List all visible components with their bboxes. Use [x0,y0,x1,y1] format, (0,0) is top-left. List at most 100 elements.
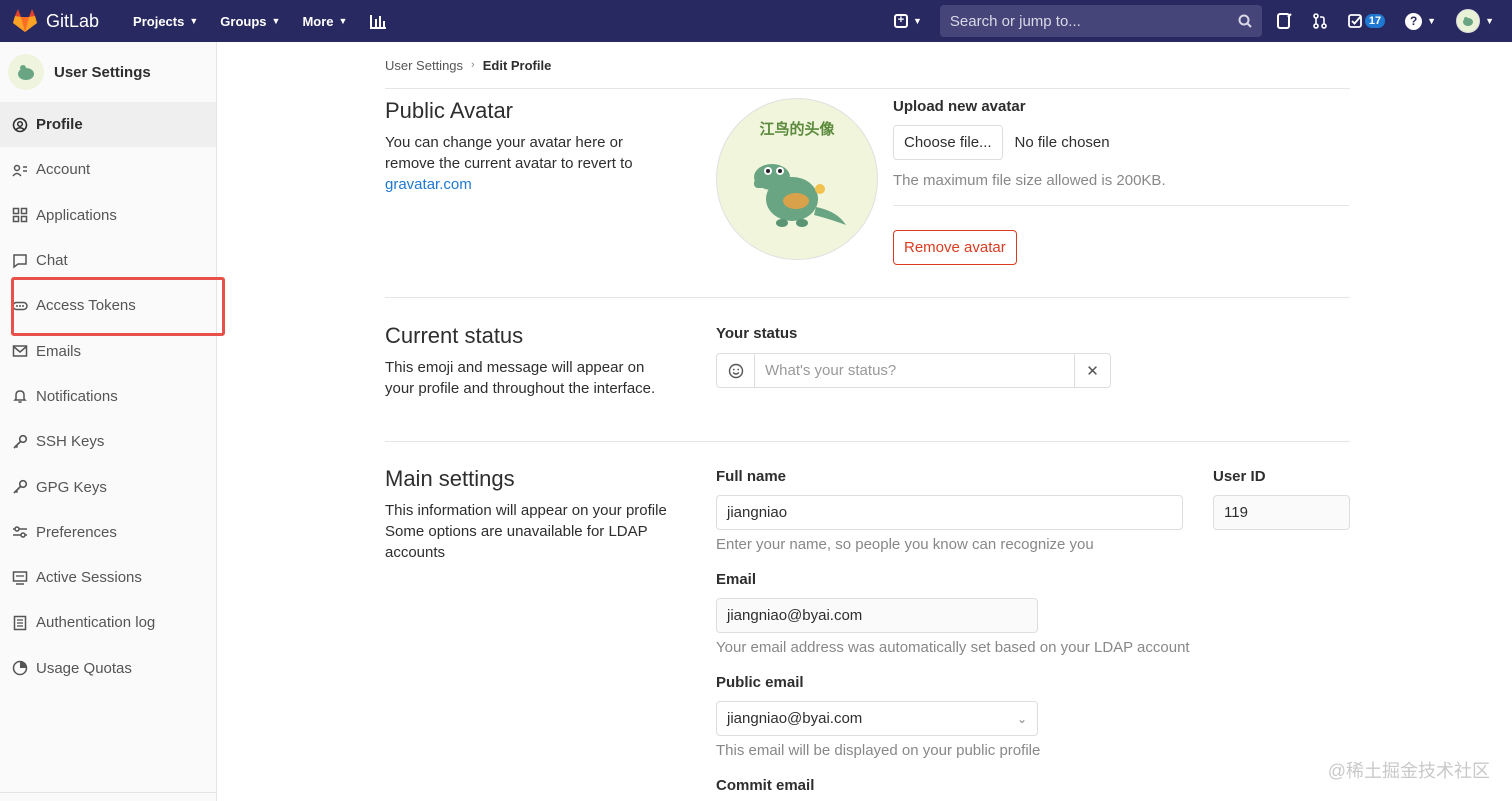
user-menu[interactable]: ▼ [1456,9,1494,33]
crocodile-illustration [754,163,846,227]
token-icon [12,298,28,314]
full-name-field[interactable]: jiangniao [716,495,1183,530]
search-icon [1238,14,1252,28]
help-icon: ? [1405,12,1423,30]
help-dropdown[interactable]: ? ▼ [1405,12,1437,30]
max-size-hint: The maximum file size allowed is 200KB. [893,172,1166,189]
nav-projects[interactable]: Projects ▼ [133,14,198,29]
divider [893,205,1349,206]
nav-groups-label: Groups [220,13,267,29]
chevron-down-icon: ▼ [1427,16,1437,26]
full-name-label: Full name [716,468,787,485]
remove-avatar-button[interactable]: Remove avatar [893,230,1017,265]
issues-icon[interactable] [1276,13,1292,29]
key-icon [12,479,28,495]
public-email-value: jiangniao@byai.com [727,710,863,727]
sidebar-item-emails[interactable]: Emails [0,328,216,373]
key-icon [12,434,28,450]
todos-button[interactable]: 17 [1348,13,1386,29]
log-icon [12,615,28,631]
email-group: Email jiangniao@byai.com Your email addr… [716,571,1190,656]
section-description: This information will appear on your pro… [385,500,675,563]
user-id-label: User ID [1213,468,1266,485]
avatar [8,54,44,90]
sidebar-item-profile[interactable]: Profile [0,102,216,148]
smiley-icon [728,363,743,378]
gravatar-link[interactable]: gravatar.com [385,176,472,193]
section-description: This emoji and message will appear on yo… [385,359,656,397]
file-picker: Choose file... No file chosen [893,125,1349,160]
public-email-select[interactable]: jiangniao@byai.com ⌄ [716,701,1038,736]
sidebar-item-gpg-keys[interactable]: GPG Keys [0,464,216,509]
top-navbar: GitLab Projects ▼ Groups ▼ More ▼ + ▼ Se… [0,0,1512,42]
avatar: 江鸟的头像 [716,98,878,260]
chevron-right-icon: › [471,59,475,71]
file-status: No file chosen [1014,134,1110,151]
plus-square-icon: + [893,14,908,28]
commit-email-label: Commit email [716,777,815,794]
sidebar-item-label: Notifications [36,387,118,405]
chevron-down-icon: ▼ [189,16,199,26]
public-email-label: Public email [716,674,804,691]
sidebar-item-usage-quotas[interactable]: Usage Quotas [0,646,216,691]
upload-avatar-column: Upload new avatar Choose file... No file… [893,98,1349,265]
watermark: @稀土掘金技术社区 [1327,761,1490,781]
status-form: Your status What's your status? ✕ [716,325,1111,388]
sidebar-item-preferences[interactable]: Preferences [0,510,216,555]
upload-avatar-label: Upload new avatar [893,98,1026,115]
public-avatar-section: Public Avatar You can change your avatar… [385,98,1350,298]
main-content: User Settings › Edit Profile Public Avat… [385,42,1350,794]
new-item-dropdown[interactable]: + ▼ [893,14,922,28]
sidebar-item-label: Active Sessions [36,569,142,587]
choose-file-button[interactable]: Choose file... [893,125,1003,160]
sidebar-item-label: Authentication log [36,614,156,632]
avatar-caption: 江鸟的头像 [759,120,835,138]
chat-icon [12,253,28,269]
sidebar-item-label: Preferences [36,523,117,541]
email-field[interactable]: jiangniao@byai.com [716,598,1038,633]
sidebar-item-chat[interactable]: Chat [0,238,216,283]
sidebar-item-ssh-keys[interactable]: SSH Keys [0,419,216,464]
sidebar-item-authentication-log[interactable]: Authentication log [0,600,216,645]
activity-chart-icon[interactable] [369,13,387,29]
sidebar-header[interactable]: User Settings [0,42,216,102]
chevron-down-icon: ▼ [1485,16,1494,26]
sidebar-item-account[interactable]: Account [0,147,216,192]
main-nav: Projects ▼ Groups ▼ More ▼ [133,13,387,29]
status-message-input[interactable]: What's your status? [755,354,1074,387]
nav-groups[interactable]: Groups ▼ [220,14,280,29]
nav-more[interactable]: More ▼ [302,14,347,29]
mail-icon [12,343,28,359]
sidebar-item-access-tokens[interactable]: Access Tokens [0,283,216,328]
current-status-section: Current status This emoji and message wi… [385,323,1350,442]
gitlab-home-link[interactable]: GitLab [12,9,99,33]
sidebar-item-applications[interactable]: Applications [0,193,216,238]
status-input-group: What's your status? ✕ [716,353,1111,388]
sidebar-title: User Settings [54,63,151,81]
emoji-picker-button[interactable] [717,354,755,387]
bell-icon [12,388,28,404]
chevron-down-icon: ⌄ [1016,711,1027,726]
brand-name: GitLab [46,10,100,31]
section-description: You can change your avatar here or remov… [385,132,675,195]
profile-icon [12,117,28,133]
monitor-icon [12,570,28,586]
main-desc-line2: Some options are unavailable for LDAP ac… [385,523,648,561]
public-email-hint: This email will be displayed on your pub… [716,742,1041,759]
chevron-down-icon: ▼ [271,16,281,26]
breadcrumb-parent[interactable]: User Settings [385,58,463,73]
sidebar-item-active-sessions[interactable]: Active Sessions [0,555,216,600]
merge-requests-icon[interactable] [1312,13,1328,29]
main-desc-line1: This information will appear on your pro… [385,502,667,519]
breadcrumb-current: Edit Profile [482,57,552,73]
sidebar-item-notifications[interactable]: Notifications [0,374,216,419]
quota-icon [12,660,28,676]
search-input[interactable]: Search or jump to... [939,5,1262,37]
chevron-down-icon: ▼ [912,16,922,26]
clear-status-button[interactable]: ✕ [1074,354,1110,387]
main-settings-form: Full name jiangniao Enter your name, so … [716,468,1350,794]
main-settings-section: Main settings This information will appe… [385,466,1350,801]
public-email-group: Public email jiangniao@byai.com ⌄ This e… [716,674,1040,759]
nav-more-label: More [302,13,334,29]
user-id-group: User ID 119 [1213,468,1350,530]
